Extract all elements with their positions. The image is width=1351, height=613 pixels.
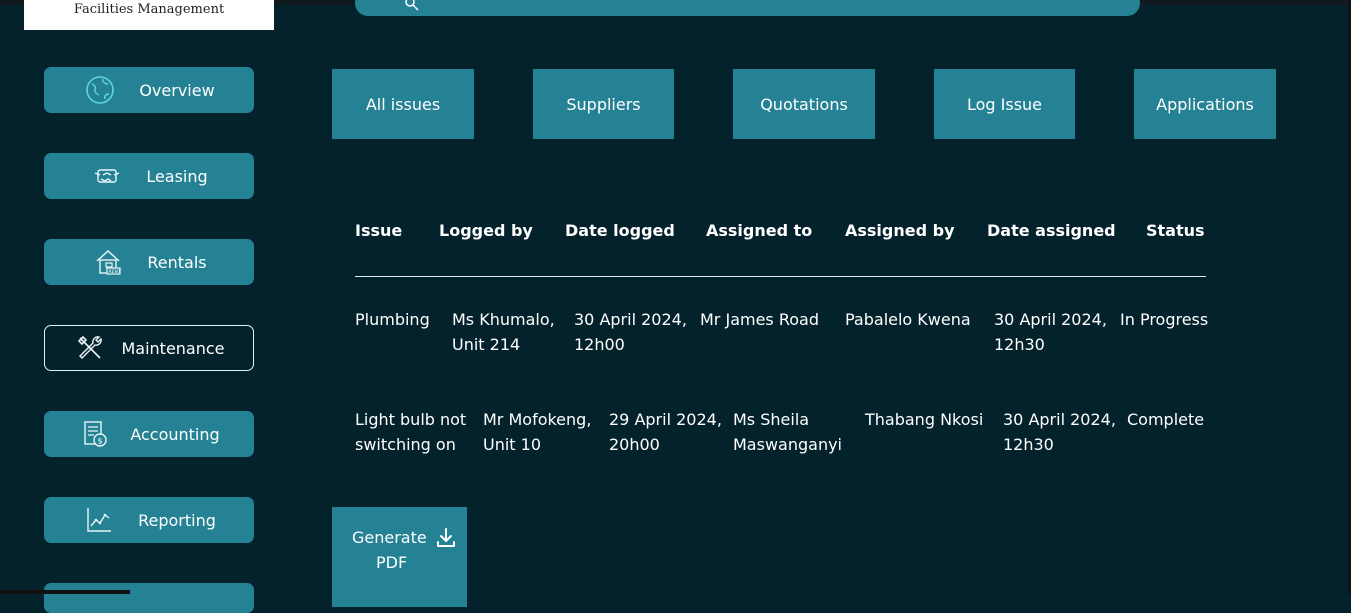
logo-text: Facilities Management	[73, 2, 225, 17]
col-header-status: Status	[1146, 221, 1205, 240]
search-icon	[405, 0, 419, 11]
cell-assigned-by: Pabalelo Kwena	[845, 310, 971, 329]
col-header-assigned-by: Assigned by	[845, 221, 955, 240]
tools-icon	[73, 331, 107, 365]
sidebar-item-rentals[interactable]: RENT Rentals	[44, 239, 254, 285]
sidebar-item-label: Reporting	[138, 510, 216, 530]
sidebar-item-more[interactable]	[44, 583, 254, 613]
svg-text:RENT: RENT	[109, 269, 121, 275]
generate-pdf-label-2: PDF	[376, 553, 408, 572]
header-divider	[355, 276, 1206, 277]
ledger-icon: $	[78, 417, 112, 451]
sidebar-item-overview[interactable]: Overview	[44, 67, 254, 113]
sidebar-item-label: Maintenance	[121, 338, 225, 358]
cell-issue: Light bulb not switching on	[355, 410, 467, 454]
cell-date-logged: 30 April 2024, 12h00	[574, 310, 687, 354]
svg-text:$: $	[98, 437, 103, 446]
tab-all-issues[interactable]: All issues	[332, 69, 474, 139]
col-header-date-assigned: Date assigned	[987, 221, 1116, 240]
col-header-issue: Issue	[355, 221, 403, 240]
cell-date-assigned: 30 April 2024, 12h30	[1003, 410, 1116, 454]
download-icon	[437, 528, 455, 547]
cell-assigned-to: Ms Sheila Maswanganyi	[733, 410, 842, 454]
cell-logged-by: Ms Khumalo, Unit 214	[452, 310, 555, 354]
generate-pdf-label: Generate	[352, 528, 427, 547]
cell-status: Complete	[1127, 410, 1205, 429]
generate-pdf-button[interactable]: Generate PDF	[332, 507, 467, 607]
cell-logged-by: Mr Mofokeng, Unit 10	[483, 410, 592, 454]
sidebar-item-label: Accounting	[130, 424, 220, 444]
tab-applications[interactable]: Applications	[1134, 69, 1276, 139]
sidebar-item-maintenance[interactable]: Maintenance	[44, 325, 254, 371]
globe-icon	[83, 73, 117, 107]
cell-issue: Plumbing	[355, 310, 430, 329]
sidebar-item-label: Rentals	[147, 252, 207, 272]
rent-house-icon: RENT	[91, 245, 125, 279]
cell-assigned-to: Mr James Road	[700, 310, 819, 329]
handshake-icon	[90, 159, 124, 193]
search-bar[interactable]	[355, 0, 1140, 16]
cell-assigned-by: Thabang Nkosi	[865, 410, 984, 429]
cell-status: In Progress	[1120, 310, 1209, 329]
cell-date-assigned: 30 April 2024, 12h30	[994, 310, 1107, 354]
tab-suppliers[interactable]: Suppliers	[533, 69, 674, 139]
chart-icon	[82, 503, 116, 537]
logo: Facilities Management	[24, 0, 274, 30]
col-header-date-logged: Date logged	[565, 221, 675, 240]
sidebar-item-label: Leasing	[146, 166, 208, 186]
tab-log-issue[interactable]: Log Issue	[934, 69, 1075, 139]
col-header-assigned-to: Assigned to	[706, 221, 813, 240]
sidebar-item-label: Overview	[139, 80, 215, 100]
sidebar-item-accounting[interactable]: $ Accounting	[44, 411, 254, 457]
cell-date-logged: 29 April 2024, 20h00	[609, 410, 722, 454]
window-bottom-strip	[0, 590, 130, 594]
sidebar-item-leasing[interactable]: Leasing	[44, 153, 254, 199]
col-header-logged-by: Logged by	[439, 221, 533, 240]
sidebar-item-reporting[interactable]: Reporting	[44, 497, 254, 543]
tab-quotations[interactable]: Quotations	[733, 69, 875, 139]
